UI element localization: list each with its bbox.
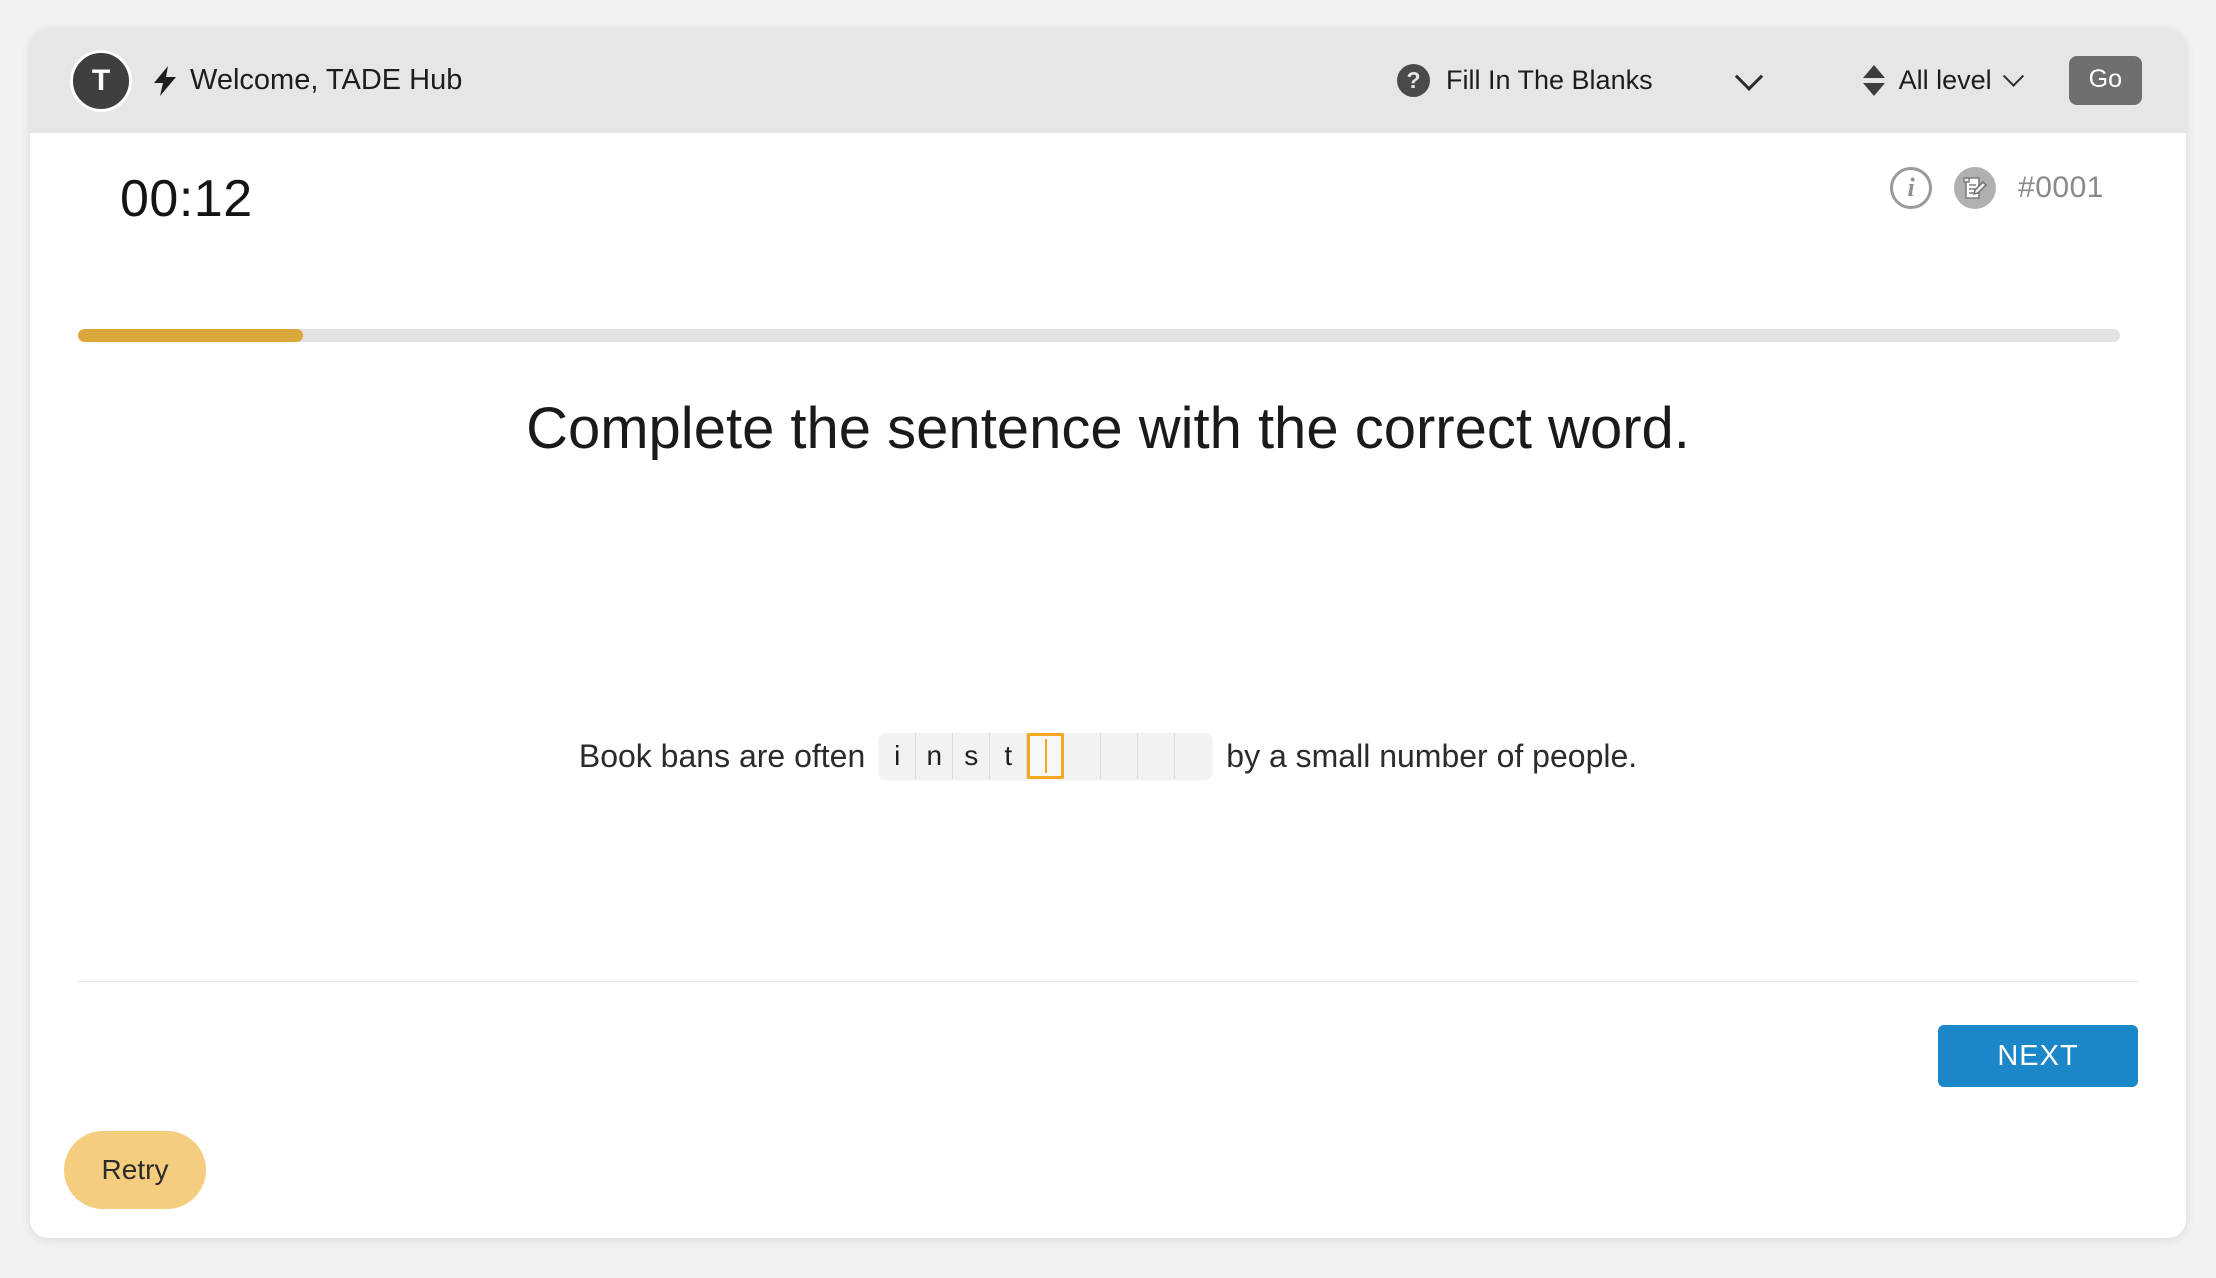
exercise-body: 00:12 i #0001 <box>30 133 2186 1238</box>
progress-bar-fill <box>78 329 303 342</box>
sort-updown-icon <box>1863 65 1885 96</box>
next-button[interactable]: NEXT <box>1938 1025 2138 1087</box>
retry-button[interactable]: Retry <box>64 1131 206 1209</box>
sentence-before: Book bans are often <box>579 738 865 775</box>
letter-cell[interactable]: s <box>953 733 990 779</box>
exercise-type-select[interactable]: ? Fill In The Blanks <box>1397 64 1829 97</box>
sentence-after: by a small number of people. <box>1226 738 1637 775</box>
letter-cell-focused[interactable] <box>1027 733 1064 779</box>
question-id: #0001 <box>2018 171 2104 205</box>
letter-cell[interactable]: t <box>990 733 1027 779</box>
level-label: All level <box>1899 65 1992 96</box>
app-header: T Welcome, TADE Hub ? Fill In The Blanks <box>30 28 2186 133</box>
info-icon[interactable]: i <box>1890 167 1932 209</box>
status-row: 00:12 i #0001 <box>70 133 2146 253</box>
letter-cell[interactable] <box>1138 733 1175 779</box>
page-title: Complete the sentence with the correct w… <box>30 395 2186 462</box>
sentence-row: Book bans are often inst by a small numb… <box>30 733 2186 779</box>
letter-cell[interactable] <box>1101 733 1138 779</box>
note-edit-icon[interactable] <box>1954 167 1996 209</box>
letter-cell[interactable] <box>1064 733 1101 779</box>
exercise-type-chevron-wrap <box>1669 71 1829 91</box>
text-caret <box>1045 739 1047 773</box>
chevron-down-icon <box>1734 62 1762 90</box>
level-select[interactable]: All level <box>1863 65 2021 96</box>
progress-bar[interactable] <box>78 329 2120 342</box>
exercise-card: T Welcome, TADE Hub ? Fill In The Blanks <box>30 28 2186 1238</box>
letter-cell[interactable] <box>1175 733 1212 779</box>
app-root: T Welcome, TADE Hub ? Fill In The Blanks <box>0 0 2216 1278</box>
header-controls: ? Fill In The Blanks All level Go <box>1397 56 2142 105</box>
letter-cell[interactable]: n <box>916 733 953 779</box>
welcome-label: Welcome, TADE Hub <box>190 64 462 97</box>
welcome-text-wrap: Welcome, TADE Hub <box>154 64 462 97</box>
chevron-down-icon-level <box>2003 66 2024 87</box>
brand-area: T Welcome, TADE Hub <box>70 50 462 112</box>
blank-input-cells[interactable]: inst <box>879 733 1212 779</box>
meta-row: i #0001 <box>1890 167 2104 209</box>
help-icon[interactable]: ? <box>1397 64 1430 97</box>
footer-divider <box>78 981 2138 982</box>
timer: 00:12 <box>120 169 253 229</box>
letter-cell[interactable]: i <box>879 733 916 779</box>
exercise-type-label: Fill In The Blanks <box>1446 65 1653 96</box>
go-button[interactable]: Go <box>2069 56 2142 105</box>
bolt-icon <box>154 66 178 96</box>
avatar[interactable]: T <box>70 50 132 112</box>
